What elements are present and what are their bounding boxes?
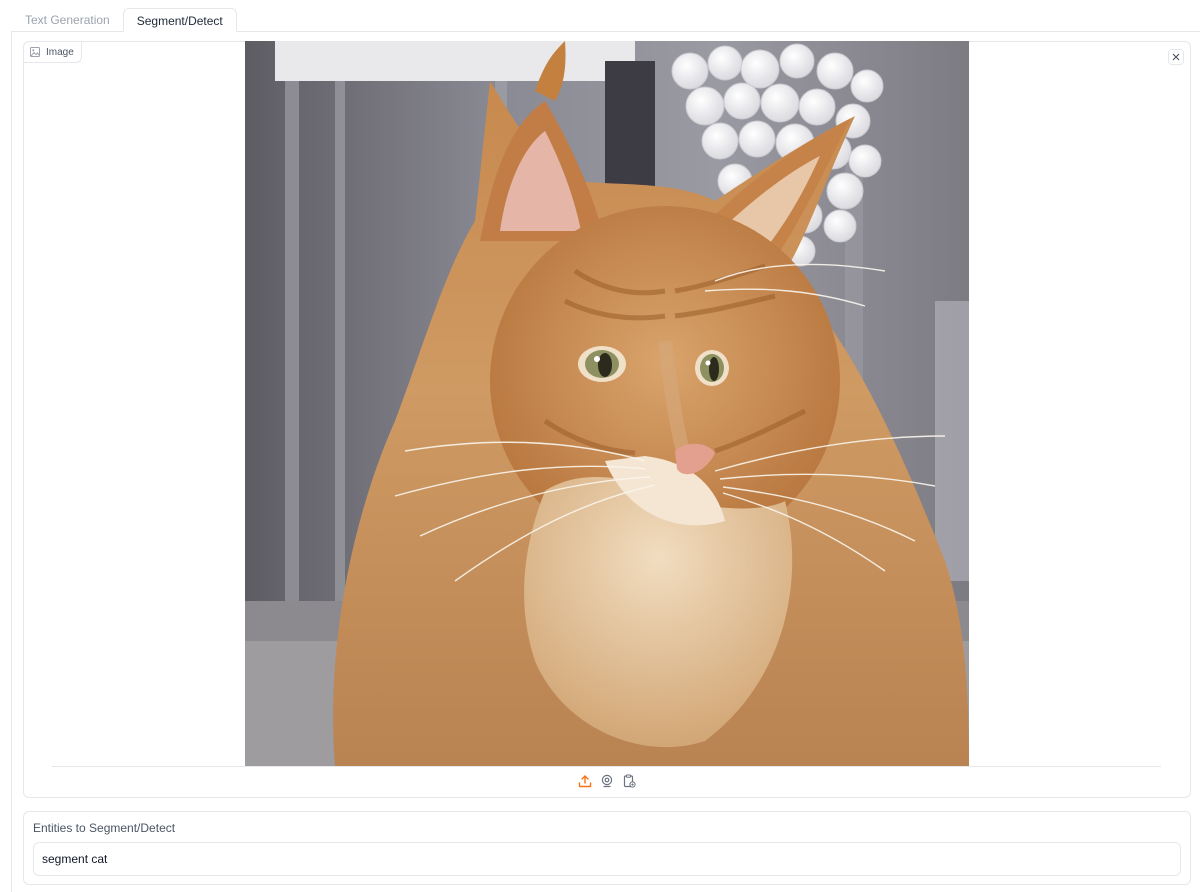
webcam-icon [600,774,614,793]
clipboard-icon [622,774,636,793]
upload-button[interactable] [577,774,593,793]
image-source-toolbar [24,774,1190,792]
upload-icon [578,774,592,793]
image-label-text: Image [46,46,74,58]
entities-label: Entities to Segment/Detect [33,821,176,835]
image-block-label: Image [24,42,82,63]
clear-image-button[interactable] [1168,49,1184,65]
tab-text-generation[interactable]: Text Generation [12,8,123,32]
tab-bar: Text Generation Segment/Detect [12,8,237,32]
paste-clipboard-button[interactable] [621,774,637,793]
image-input-block: Image [23,41,1191,798]
webcam-button[interactable] [599,774,615,793]
uploaded-image [245,41,969,766]
close-icon [1172,48,1180,66]
tab-segment-detect[interactable]: Segment/Detect [122,8,237,32]
entities-block: Entities to Segment/Detect [23,811,1191,885]
entities-input[interactable] [33,842,1181,876]
image-icon [30,47,40,57]
image-divider [52,766,1161,767]
segment-detect-panel: Image Entities to Segment/Detect segment… [11,31,1200,892]
cat-photo [245,41,969,766]
